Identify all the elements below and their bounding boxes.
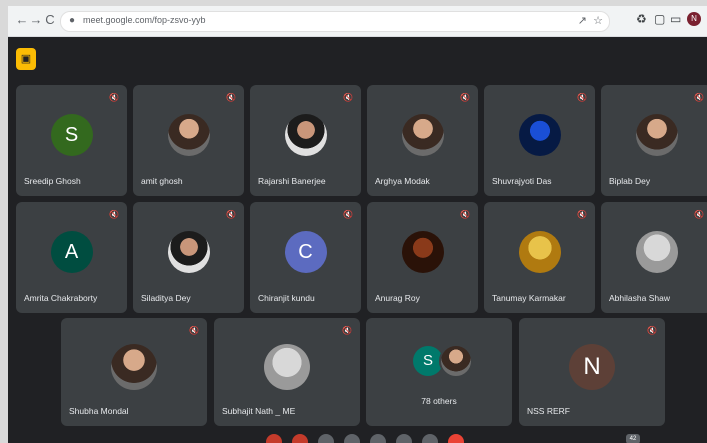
meet-info-icon[interactable]: ▣ — [16, 48, 36, 70]
participant-name: Biplab Dey — [609, 176, 651, 186]
mic-muted-icon: 🔇 — [460, 210, 470, 219]
participant-tile[interactable]: 🔇 A Amrita Chakraborty — [16, 202, 127, 313]
lock-icon: ● — [69, 15, 76, 26]
control-dot[interactable] — [422, 434, 438, 443]
participant-name: Arghya Modak — [375, 176, 430, 186]
participant-count-badge: 42 — [626, 434, 640, 443]
profile-avatar[interactable]: N — [687, 12, 701, 26]
participant-avatar — [264, 344, 310, 390]
participant-tile[interactable]: 🔇 Arghya Modak — [367, 85, 478, 196]
participant-name: Abhilasha Shaw — [609, 293, 670, 303]
control-dot[interactable] — [370, 434, 386, 443]
mic-muted-icon: 🔇 — [577, 210, 587, 219]
extensions-icon[interactable]: ♻ — [636, 12, 647, 26]
mic-muted-icon: 🔇 — [189, 326, 199, 335]
participant-name: Tanumay Karmakar — [492, 293, 566, 303]
participant-avatar — [167, 113, 210, 156]
mic-muted-icon: 🔇 — [343, 210, 353, 219]
mic-muted-icon: 🔇 — [343, 93, 353, 102]
mic-muted-icon: 🔇 — [694, 210, 704, 219]
mic-muted-icon: 🔇 — [694, 93, 704, 102]
reaction-dot[interactable] — [292, 434, 308, 443]
mic-muted-icon: 🔇 — [342, 326, 352, 335]
control-dot[interactable] — [396, 434, 412, 443]
mic-muted-icon: 🔇 — [460, 93, 470, 102]
participant-name: Anurag Roy — [375, 293, 420, 303]
participant-tile[interactable]: 🔇 N NSS RERF — [519, 318, 665, 426]
reaction-dot[interactable] — [266, 434, 282, 443]
mic-muted-icon: 🔇 — [577, 93, 587, 102]
address-bar[interactable]: ● meet.google.com/fop-zsvo-yyb ↗ ☆ — [60, 11, 610, 32]
others-label: 78 others — [421, 396, 457, 406]
participant-avatar: A — [50, 230, 93, 273]
participant-name: NSS RERF — [527, 406, 570, 416]
participant-avatar — [635, 113, 678, 156]
participant-name: Shuvrajyoti Das — [492, 176, 552, 186]
participant-tile[interactable]: 🔇 Biplab Dey — [601, 85, 707, 196]
participant-tile[interactable]: 🔇 Subhajit Nath _ ME — [214, 318, 360, 426]
control-dot[interactable] — [344, 434, 360, 443]
mic-muted-icon: 🔇 — [226, 210, 236, 219]
participant-tile[interactable]: 🔇 C Chiranjit kundu — [250, 202, 361, 313]
control-dot[interactable] — [318, 434, 334, 443]
participant-name: amit ghosh — [141, 176, 183, 186]
participant-tile[interactable]: 🔇 Abhilasha Shaw — [601, 202, 707, 313]
participant-avatar — [111, 344, 157, 390]
participant-tile[interactable]: 🔇 Rajarshi Banerjee — [250, 85, 361, 196]
participant-name: Sreedip Ghosh — [24, 176, 81, 186]
reload-button[interactable]: C — [42, 12, 58, 28]
share-icon[interactable]: ↗ — [578, 14, 587, 27]
participant-name: Shubha Mondal — [69, 406, 129, 416]
participant-avatar — [401, 230, 444, 273]
participant-name: Chiranjit kundu — [258, 293, 315, 303]
participant-avatar: N — [569, 344, 615, 390]
participant-name: Siladitya Dey — [141, 293, 191, 303]
participant-name: Subhajit Nath _ ME — [222, 406, 296, 416]
participant-tile[interactable]: 🔇 Anurag Roy — [367, 202, 478, 313]
participant-avatar — [635, 230, 678, 273]
participant-tile[interactable]: 🔇 Shubha Mondal — [61, 318, 207, 426]
mic-muted-icon: 🔇 — [109, 93, 119, 102]
participant-avatar: S — [50, 113, 93, 156]
participant-avatar — [167, 230, 210, 273]
participant-tile[interactable]: 🔇 Tanumay Karmakar — [484, 202, 595, 313]
others-tile[interactable]: S 78 others — [366, 318, 512, 426]
participant-avatar: C — [284, 230, 327, 273]
participant-avatar — [284, 113, 327, 156]
mic-muted-icon: 🔇 — [226, 93, 236, 102]
browser-window: ← → C ● meet.google.com/fop-zsvo-yyb ↗ ☆… — [8, 6, 707, 443]
others-photo — [439, 344, 473, 378]
participant-tile[interactable]: 🔇 S Sreedip Ghosh — [16, 85, 127, 196]
browser-toolbar: ← → C ● meet.google.com/fop-zsvo-yyb ↗ ☆… — [8, 6, 707, 37]
participant-tile[interactable]: 🔇 Shuvrajyoti Das — [484, 85, 595, 196]
mic-muted-icon: 🔇 — [647, 326, 657, 335]
leave-call-button[interactable] — [448, 434, 464, 443]
participant-tile[interactable]: 🔇 amit ghosh — [133, 85, 244, 196]
participant-name: Amrita Chakraborty — [24, 293, 98, 303]
participant-name: Rajarshi Banerjee — [258, 176, 326, 186]
mic-muted-icon: 🔇 — [109, 210, 119, 219]
sidepanel-icon[interactable]: ▭ — [670, 12, 681, 26]
participant-avatar — [401, 113, 444, 156]
cast-icon[interactable]: ▢ — [654, 12, 665, 26]
bookmark-star-icon[interactable]: ☆ — [593, 14, 603, 27]
participant-avatar — [518, 113, 561, 156]
participant-tile[interactable]: 🔇 Siladitya Dey — [133, 202, 244, 313]
participant-avatar — [518, 230, 561, 273]
url-text: meet.google.com/fop-zsvo-yyb — [83, 15, 206, 25]
